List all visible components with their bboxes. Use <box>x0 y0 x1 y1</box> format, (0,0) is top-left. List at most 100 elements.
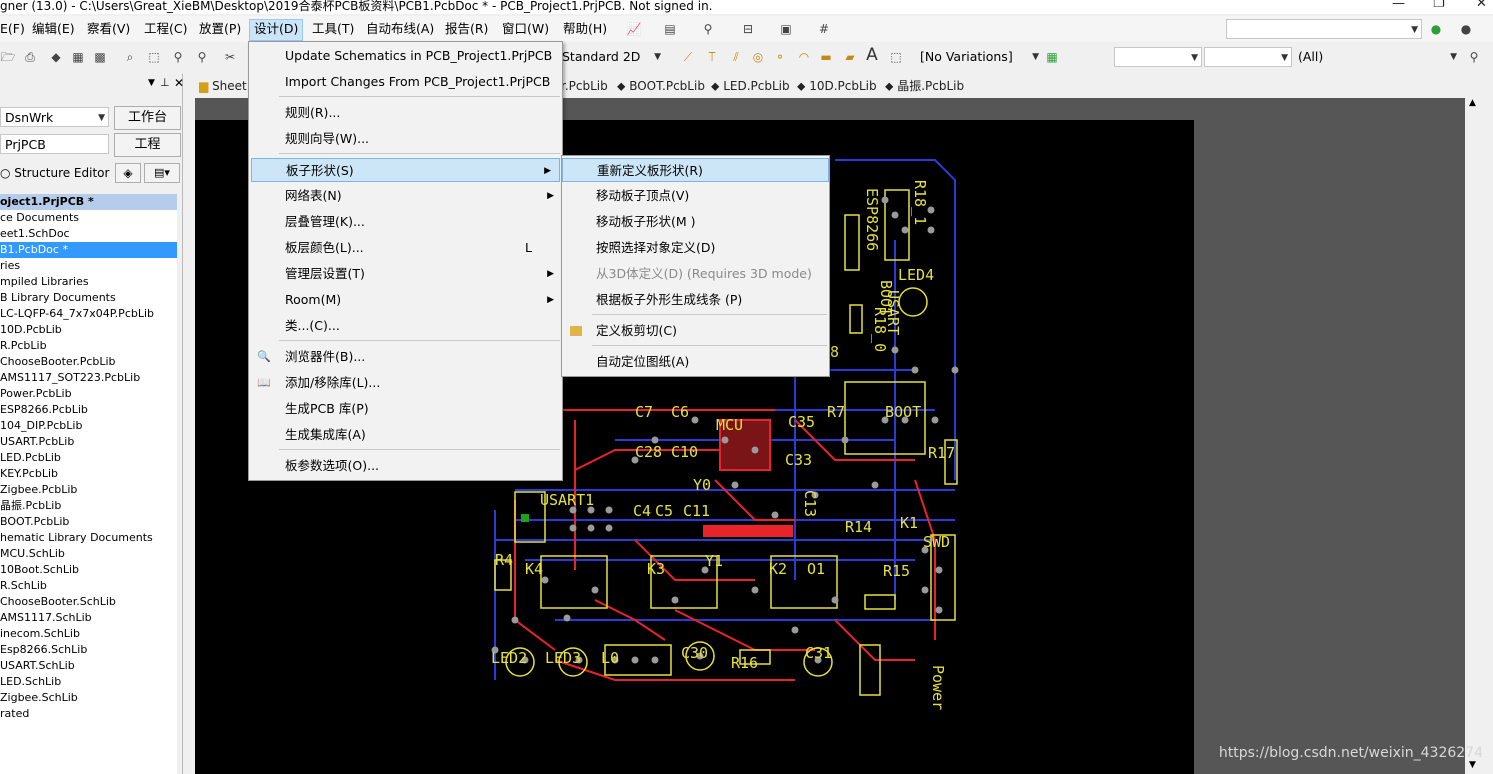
zoom-fit-icon[interactable]: ⚲ <box>194 49 210 65</box>
submenu-item-create-primitives-from-board-shape[interactable]: 根据板子外形生成线条 (P) <box>562 288 829 312</box>
menu-item-netlist[interactable]: 网络表(N) ▶ <box>249 184 562 208</box>
menu-edit[interactable]: 编辑(E) <box>28 19 79 39</box>
file-view-button[interactable]: ◈ <box>115 163 141 183</box>
tree-item[interactable]: MCU.SchLib <box>0 546 177 562</box>
menu-reports[interactable]: 报告(R) <box>441 19 492 39</box>
menu-view[interactable]: 察看(V) <box>83 19 134 39</box>
menu-item-make-integrated-library[interactable]: 生成集成库(A) <box>249 423 562 447</box>
menu-item-rules[interactable]: 规则(R)... <box>249 101 562 125</box>
tree-item[interactable]: Zigbee.SchLib <box>0 690 177 706</box>
tree-item[interactable]: B Library Documents <box>0 290 177 306</box>
menu-tools[interactable]: 工具(T) <box>308 19 358 39</box>
tree-item[interactable]: 10Boot.SchLib <box>0 562 177 578</box>
tree-item[interactable]: R.PcbLib <box>0 338 177 354</box>
menu-window[interactable]: 窗口(W) <box>498 19 553 39</box>
tab-10d-pcblib[interactable]: ⬥ 10D.PcbLib <box>797 77 877 95</box>
search-combo[interactable]: ▼ <box>1226 19 1422 39</box>
vertical-scrollbar[interactable]: ▲ ▼ <box>1466 98 1483 774</box>
tree-item[interactable]: ChooseBooter.PcbLib <box>0 354 177 370</box>
tree-item[interactable]: AMS1117.SchLib <box>0 610 177 626</box>
menu-item-classes[interactable]: 类...(C)... <box>249 314 562 338</box>
tree-item[interactable]: AMS1117_SOT223.PcbLib <box>0 370 177 386</box>
variant-icon[interactable]: ▦ <box>1044 49 1060 65</box>
grid-icon[interactable]: # <box>816 21 832 37</box>
menu-item-manage-layer-sets[interactable]: 管理层设置(T) ▶ <box>249 262 562 286</box>
arc-icon[interactable]: ◠ <box>796 49 812 65</box>
tab-led-pcblib[interactable]: ⬥ LED.PcbLib <box>711 77 790 95</box>
panel-menu-icon[interactable]: ▼ <box>148 78 155 88</box>
tree-item[interactable]: ce Documents <box>0 210 177 226</box>
search-icon[interactable]: ⚲ <box>1466 49 1482 65</box>
zoom-select-icon[interactable]: ⚲ <box>170 49 186 65</box>
tree-item[interactable]: ESP8266.PcbLib <box>0 402 177 418</box>
zoom-area-icon[interactable]: ⬚ <box>146 49 162 65</box>
menu-project[interactable]: 工程(C) <box>140 19 191 39</box>
tree-item[interactable]: R.SchLib <box>0 578 177 594</box>
scroll-down-icon[interactable]: ▼ <box>1469 760 1476 770</box>
submenu-item-define-from-selected[interactable]: 按照选择对象定义(D) <box>562 236 829 260</box>
project-field[interactable]: PrjPCB <box>0 134 109 154</box>
menu-place[interactable]: 放置(P) <box>195 19 245 39</box>
tree-item[interactable]: LED.PcbLib <box>0 450 177 466</box>
minimize-icon[interactable]: — <box>1392 0 1405 10</box>
settings-dropdown-button[interactable]: ▤▾ <box>144 163 180 183</box>
menu-design[interactable]: 设计(D) <box>249 19 304 41</box>
menu-item-room[interactable]: Room(M) ▶ <box>249 288 562 312</box>
panel-close-icon[interactable]: ✕ <box>174 76 184 90</box>
tree-item[interactable]: KEY.PcbLib <box>0 466 177 482</box>
tree-item[interactable]: rated <box>0 706 177 722</box>
maximize-icon[interactable]: ❐ <box>1433 0 1445 10</box>
dimension-icon[interactable]: ⊟ <box>740 21 756 37</box>
submenu-item-move-board-vertices[interactable]: 移动板子顶点(V) <box>562 184 829 208</box>
tree-item[interactable]: LC-LQFP-64_7x7x04P.PcbLib <box>0 306 177 322</box>
layers-icon[interactable]: ◆ <box>48 49 64 65</box>
tab-boot-pcblib[interactable]: ⬥ BOOT.PcbLib <box>617 77 705 95</box>
menu-item-import-changes[interactable]: Import Changes From PCB_Project1.PrjPCB <box>249 70 562 94</box>
tree-item[interactable]: USART.SchLib <box>0 658 177 674</box>
tree-item[interactable]: ries <box>0 258 177 274</box>
filter-combo-all[interactable]: (All) ▼ <box>1294 47 1460 67</box>
tree-item[interactable]: mpiled Libraries <box>0 274 177 290</box>
tree-item[interactable]: Power.PcbLib <box>0 386 177 402</box>
tree-item[interactable]: Zigbee.PcbLib <box>0 482 177 498</box>
tree-item[interactable]: 10D.PcbLib <box>0 322 177 338</box>
zoom-icon[interactable]: ⌕ <box>122 49 138 65</box>
menu-item-update-schematics[interactable]: Update Schematics in PCB_Project1.PrjPCB <box>249 44 562 68</box>
cut-icon[interactable]: ✂ <box>222 49 238 65</box>
component-icon[interactable]: ⚲ <box>700 21 716 37</box>
menu-item-board-shape[interactable]: 板子形状(S) ▶ <box>251 158 560 182</box>
open-icon[interactable]: 🗁 <box>0 49 16 65</box>
diff-pair-icon[interactable]: ⟙ <box>704 49 720 65</box>
room-icon[interactable]: ▣ <box>778 21 794 37</box>
structure-editor-radio[interactable]: ○ Structure Editor <box>0 166 109 180</box>
tree-item[interactable]: oject1.PrjPCB * <box>0 194 177 210</box>
menu-item-board-layers-colors[interactable]: 板层颜色(L)... L <box>249 236 562 260</box>
menu-autoroute[interactable]: 自动布线(A) <box>362 19 438 39</box>
tree-item[interactable]: 104_DIP.PcbLib <box>0 418 177 434</box>
back-icon[interactable]: ● <box>1428 21 1444 37</box>
forward-icon[interactable]: ● <box>1458 21 1474 37</box>
tree-item[interactable]: eet1.SchDoc <box>0 226 177 242</box>
graph-icon[interactable]: 📈 <box>626 21 642 37</box>
menu-item-rules-wizard[interactable]: 规则向导(W)... <box>249 127 562 151</box>
submenu-item-auto-position-sheet[interactable]: 自动定位图纸(A) <box>562 350 829 374</box>
tree-item[interactable]: Esp8266.SchLib <box>0 642 177 658</box>
view-mode-combo[interactable]: Standard 2D ▼ <box>558 47 664 67</box>
via-icon[interactable]: ⚬ <box>772 49 788 65</box>
tree-item[interactable]: hematic Library Documents <box>0 530 177 546</box>
multi-route-icon[interactable]: ⫽ <box>728 49 744 65</box>
tab-r-pcblib[interactable]: r.PcbLib <box>561 77 608 95</box>
menu-item-browse-components[interactable]: 浏览器件(B)... 🔍 <box>249 345 562 369</box>
scroll-up-icon[interactable]: ▲ <box>1469 98 1476 108</box>
tree-item[interactable]: inecom.SchLib <box>0 626 177 642</box>
save-icon[interactable]: ▦ <box>70 49 86 65</box>
submenu-item-redefine-board-shape[interactable]: 重新定义板形状(R) <box>562 158 829 182</box>
string-icon[interactable]: ⬚ <box>888 49 904 65</box>
tab-crystal-pcblib[interactable]: ⬥ 晶振.PcbLib <box>885 77 964 95</box>
text-icon[interactable]: A <box>864 47 880 64</box>
menu-file[interactable]: E(F) <box>0 19 29 39</box>
tree-item[interactable]: BOOT.PcbLib <box>0 514 177 530</box>
pad-icon[interactable]: ◎ <box>750 49 766 65</box>
close-icon[interactable]: ✕ <box>1476 0 1487 10</box>
project-button[interactable]: 工程 <box>114 133 181 157</box>
